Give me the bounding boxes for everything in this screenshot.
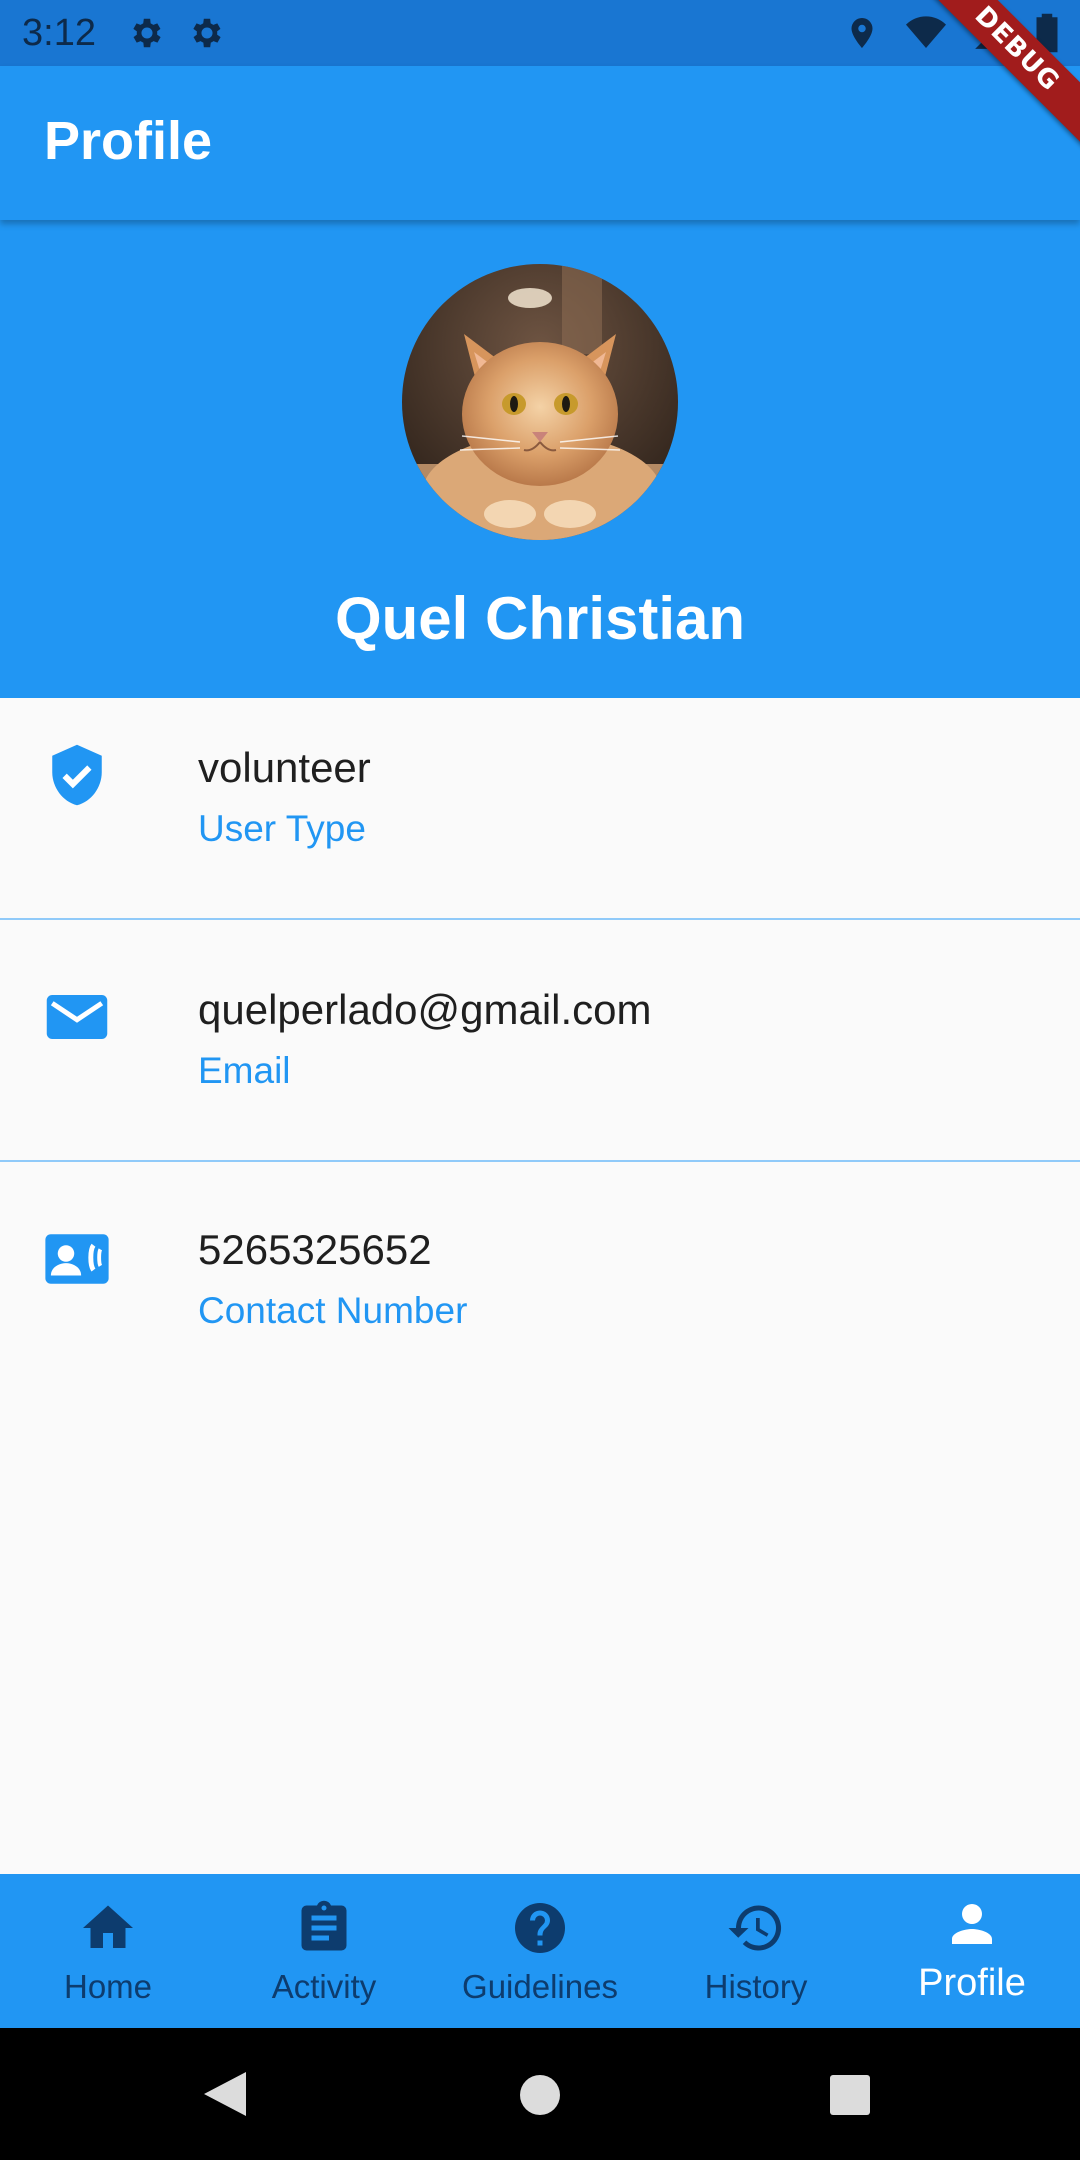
settings-notification-icon bbox=[133, 18, 161, 48]
nav-label: Activity bbox=[271, 1968, 377, 2005]
user-type-label: User Type bbox=[198, 808, 366, 849]
help-icon bbox=[515, 1903, 565, 1953]
wifi-icon bbox=[906, 16, 946, 48]
profile-header: Quel Christian bbox=[0, 220, 1080, 698]
nav-label: Home bbox=[63, 1968, 153, 2005]
settings-notification-icon bbox=[193, 18, 221, 48]
page-title: Profile bbox=[44, 111, 213, 171]
nav-label: Profile bbox=[918, 1962, 1026, 2004]
cat-photo bbox=[402, 264, 678, 540]
mail-icon bbox=[46, 995, 108, 1039]
system-navigation-bar bbox=[0, 2028, 1080, 2160]
email-label: Email bbox=[198, 1050, 291, 1091]
nav-item-profile[interactable]: Profile bbox=[864, 1874, 1080, 2028]
email-value: quelperlado@gmail.com bbox=[198, 986, 652, 1033]
history-icon bbox=[728, 1905, 782, 1951]
back-icon[interactable] bbox=[202, 2070, 248, 2118]
list-item-email: quelperlado@gmail.com Email bbox=[0, 920, 1080, 1160]
user-type-value: volunteer bbox=[198, 744, 371, 791]
person-icon bbox=[952, 1904, 992, 1944]
nav-item-guidelines[interactable]: Guidelines bbox=[432, 1874, 648, 2028]
verified-shield-icon bbox=[52, 744, 102, 806]
contact-phone-icon bbox=[45, 1234, 109, 1284]
nav-item-history[interactable]: History bbox=[648, 1874, 864, 2028]
home-button-icon[interactable] bbox=[519, 2074, 561, 2116]
home-icon bbox=[83, 1905, 133, 1948]
list-item-contact-number: 5265325652 Contact Number bbox=[0, 1162, 1080, 1362]
location-icon bbox=[851, 18, 873, 48]
contact-number-value: 5265325652 bbox=[198, 1226, 432, 1273]
screen: 3:12 DEBUG Profile Quel Christian volunt… bbox=[0, 0, 1080, 2160]
list-item-user-type: volunteer User Type bbox=[0, 698, 1080, 918]
avatar[interactable] bbox=[402, 264, 678, 540]
nav-item-activity[interactable]: Activity bbox=[216, 1874, 432, 2028]
status-bar: 3:12 bbox=[0, 0, 1080, 66]
nav-label: Guidelines bbox=[462, 1968, 618, 2005]
clipboard-icon bbox=[301, 1900, 347, 1951]
contact-number-label: Contact Number bbox=[198, 1290, 468, 1331]
status-time: 3:12 bbox=[22, 12, 96, 54]
profile-name: Quel Christian bbox=[334, 585, 746, 652]
nav-label: History bbox=[704, 1968, 808, 2005]
recents-icon[interactable] bbox=[829, 2074, 871, 2116]
bottom-navigation: Home Activity Guidelines History Profile bbox=[0, 1874, 1080, 2028]
nav-item-home[interactable]: Home bbox=[0, 1874, 216, 2028]
app-bar: Profile bbox=[0, 66, 1080, 220]
